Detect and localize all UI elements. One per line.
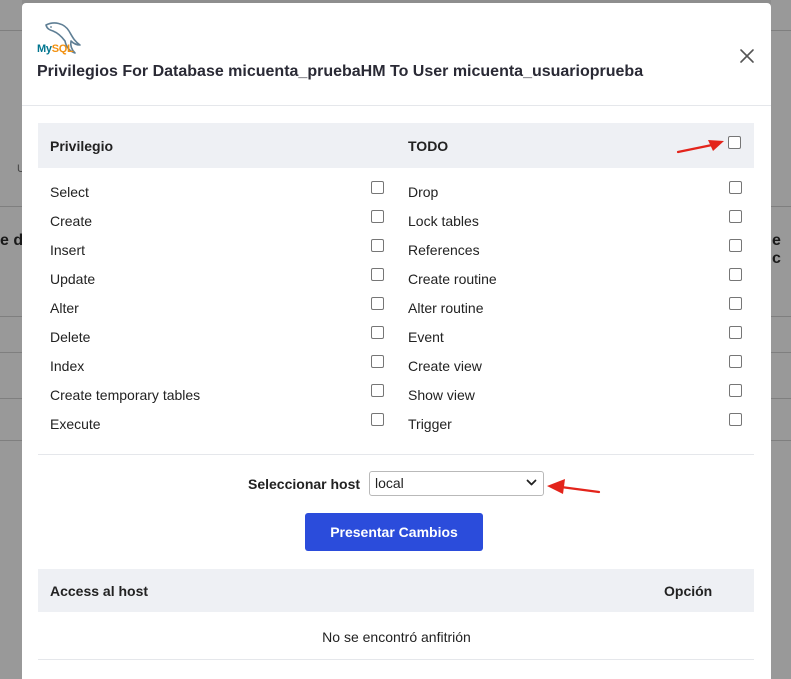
column-header-access-host: Access al host xyxy=(50,583,149,599)
background-line xyxy=(771,316,791,317)
checkbox-select[interactable] xyxy=(371,181,384,194)
background-line xyxy=(771,352,791,353)
checkbox-create-view[interactable] xyxy=(729,355,742,368)
column-header-option: Opción xyxy=(664,583,713,599)
host-select[interactable]: local xyxy=(369,471,544,496)
background-line xyxy=(0,206,22,207)
privilege-label-trigger: Trigger xyxy=(408,416,452,432)
privilege-label-update: Update xyxy=(50,271,96,287)
checkbox-create-temporary-tables[interactable] xyxy=(371,384,384,397)
mysql-logo-text: MySQL xyxy=(37,43,74,55)
checkbox-show-view[interactable] xyxy=(729,384,742,397)
background-text-fragment: e c xyxy=(772,232,781,267)
host-table-empty-message: No se encontró anfitrión xyxy=(322,629,471,645)
host-select-value: local xyxy=(375,475,404,491)
annotation-arrow-icon xyxy=(547,479,601,494)
checkbox-references[interactable] xyxy=(729,239,742,252)
privilege-label-create: Create xyxy=(50,213,93,229)
privileges-modal: MySQL Privilegios For Database micuenta_… xyxy=(22,3,771,679)
checkbox-execute[interactable] xyxy=(371,413,384,426)
background-line xyxy=(0,352,22,353)
chevron-down-icon xyxy=(526,479,537,486)
checkbox-lock-tables[interactable] xyxy=(729,210,742,223)
modal-title: Privilegios For Database micuenta_prueba… xyxy=(37,63,644,80)
save-changes-button[interactable]: Presentar Cambios xyxy=(305,513,483,551)
checkbox-delete[interactable] xyxy=(371,326,384,339)
privilege-label-create-view: Create view xyxy=(408,358,482,374)
table-bottom-divider xyxy=(38,659,754,660)
checkbox-alter[interactable] xyxy=(371,297,384,310)
checkbox-index[interactable] xyxy=(371,355,384,368)
close-button[interactable] xyxy=(735,44,759,68)
privilege-label-lock-tables: Lock tables xyxy=(408,213,479,229)
checkbox-event[interactable] xyxy=(729,326,742,339)
column-header-privilegio: Privilegio xyxy=(50,138,114,154)
annotation-arrow-icon xyxy=(676,140,724,154)
background-line xyxy=(0,316,22,317)
checkbox-create-routine[interactable] xyxy=(729,268,742,281)
background-line xyxy=(771,206,791,207)
background-right-edge xyxy=(771,0,791,679)
logo-my: My xyxy=(37,43,52,55)
host-select-label: Seleccionar host xyxy=(248,476,361,492)
privilege-label-show-view: Show view xyxy=(408,387,475,403)
close-icon xyxy=(740,49,754,63)
privilege-label-select: Select xyxy=(50,184,89,200)
background-line xyxy=(0,30,22,31)
checkbox-drop[interactable] xyxy=(729,181,742,194)
background-line xyxy=(0,398,22,399)
logo-sql: SQL xyxy=(51,43,74,55)
select-all-checkbox[interactable] xyxy=(728,136,741,149)
background-line xyxy=(771,30,791,31)
checkbox-alter-routine[interactable] xyxy=(729,297,742,310)
privilege-label-delete: Delete xyxy=(50,329,91,345)
background-line xyxy=(0,440,22,441)
checkbox-create[interactable] xyxy=(371,210,384,223)
host-access-table-header: Access al host Opción xyxy=(38,569,754,612)
background-left-edge xyxy=(0,0,22,679)
privilege-label-execute: Execute xyxy=(50,416,101,432)
privilege-label-drop: Drop xyxy=(408,184,439,200)
checkbox-trigger[interactable] xyxy=(729,413,742,426)
background-line xyxy=(771,398,791,399)
privilege-label-create-temporary-tables: Create temporary tables xyxy=(50,387,201,403)
privilege-label-alter: Alter xyxy=(50,300,79,316)
modal-header: MySQL Privilegios For Database micuenta_… xyxy=(22,3,771,106)
column-header-todo: TODO xyxy=(408,138,449,154)
privilege-label-create-routine: Create routine xyxy=(408,271,497,287)
privilege-label-references: References xyxy=(408,242,480,258)
checkbox-insert[interactable] xyxy=(371,239,384,252)
privilege-label-alter-routine: Alter routine xyxy=(408,300,484,316)
checkbox-update[interactable] xyxy=(371,268,384,281)
section-divider xyxy=(38,454,754,455)
background-text-fragment: e d xyxy=(0,232,24,249)
privilege-label-index: Index xyxy=(50,358,85,374)
privilege-label-event: Event xyxy=(408,329,444,345)
background-line xyxy=(771,440,791,441)
privilege-label-insert: Insert xyxy=(50,242,86,258)
privileges-table-header: Privilegio TODO xyxy=(38,123,754,168)
